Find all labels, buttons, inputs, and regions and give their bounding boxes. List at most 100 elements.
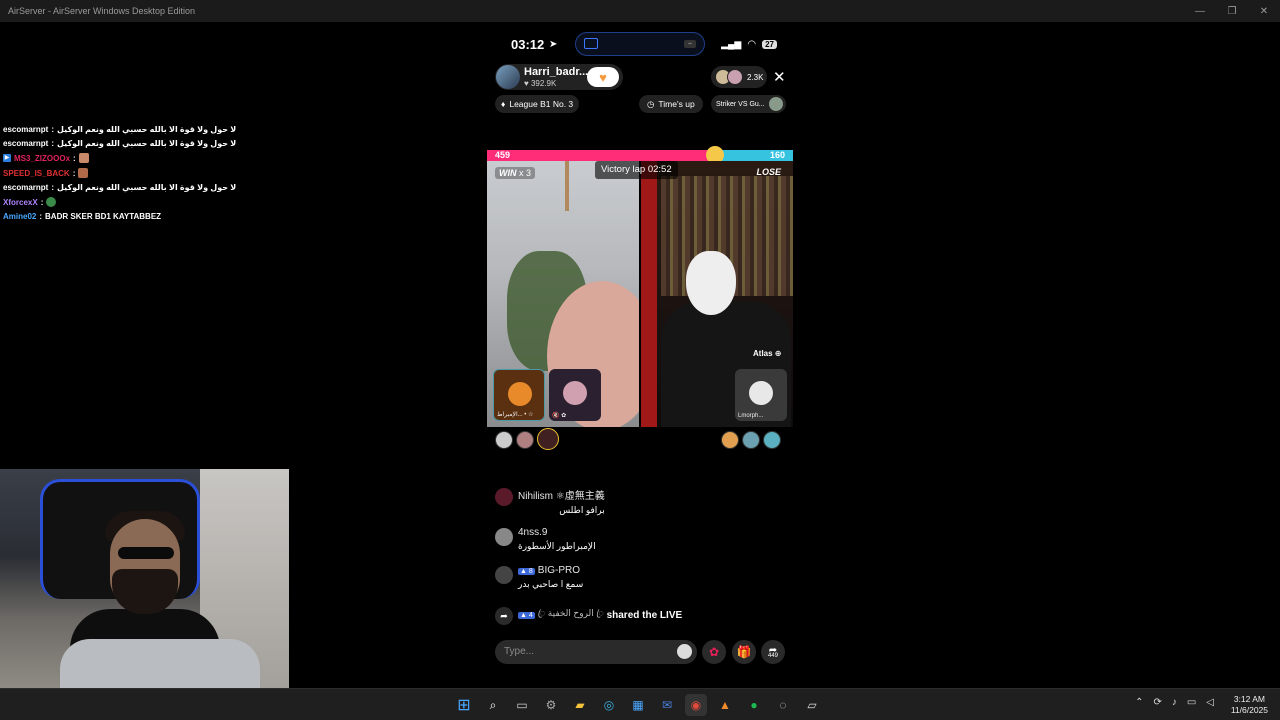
- opponent-camera: LOSE Lmorph...: [641, 161, 793, 427]
- comment: ▲ 8 BIG-PRO سمع ا صاحبي بدر: [495, 565, 583, 590]
- chat-username: XforcexX: [3, 197, 38, 207]
- host-likes: ♥ 392.9K: [524, 78, 557, 88]
- share-text: shared the LIVE: [606, 610, 683, 621]
- search-icon[interactable]: ⌕: [482, 694, 504, 716]
- gifter-avatar[interactable]: [516, 431, 534, 449]
- guest-tile[interactable]: Lmorph...: [735, 369, 787, 421]
- comment-name[interactable]: ▲ 8 BIG-PRO: [518, 565, 583, 576]
- windows-taskbar: ⊞ ⌕ ▭ ⚙ ▰ ◎ ▦ ✉ ◉ ▲ ● ◌ ▱ ⌃ ⟳ ♪ ▭ ◁ 3:12…: [0, 688, 1280, 720]
- chat-message: لا حول ولا قوة الا بالله حسبي الله ونعم …: [57, 139, 237, 149]
- share-user[interactable]: ꦿ الروح الخفية ꦿ: [538, 607, 604, 625]
- comment-name[interactable]: 4nss.9: [518, 527, 596, 538]
- location-icon: ➤: [549, 38, 558, 50]
- record-icon: ▪▪: [684, 40, 696, 48]
- striker-pill[interactable]: Striker VS Gu...: [711, 95, 786, 113]
- host-name: Harri_badr...: [524, 65, 589, 78]
- emoji-icon[interactable]: [677, 644, 692, 659]
- chat-line: ▶ MS3_ZIZOOOx:: [3, 151, 303, 166]
- league-pill[interactable]: ♦ League B1 No. 3: [495, 95, 580, 113]
- chat-line: escomarnpt: لا حول ولا قوة الا بالله حسب…: [3, 183, 237, 193]
- gifter-avatar[interactable]: [495, 431, 513, 449]
- comment: Nihilism ⚛虛無主義 برافو اطلس: [495, 487, 605, 516]
- battle-video: WIN x 3 الإمبراط... • ☆ 🔇 ✿ LOSE Lmorph.…: [487, 161, 793, 427]
- right-top-gifters[interactable]: [721, 431, 781, 449]
- host-avatar[interactable]: [496, 65, 520, 89]
- emote-icon: [46, 197, 57, 208]
- striker-avatar: [768, 97, 783, 111]
- rose-gift-button[interactable]: ✿: [702, 640, 726, 664]
- battle-score-bar: 459 160: [487, 146, 793, 164]
- spotify-icon[interactable]: ●: [743, 694, 765, 716]
- comment-name[interactable]: Nihilism ⚛虛無主義: [518, 487, 605, 502]
- comment-avatar[interactable]: [495, 488, 513, 506]
- muted-icon: 🔇 ✿: [552, 413, 567, 419]
- follow-heart-button[interactable]: ♥: [587, 67, 619, 87]
- task-view-icon[interactable]: ▭: [511, 694, 533, 716]
- left-top-gifters[interactable]: [495, 428, 559, 450]
- store-icon[interactable]: ▦: [627, 694, 649, 716]
- outlook-icon[interactable]: ✉: [656, 694, 678, 716]
- airserver-icon[interactable]: ▱: [801, 694, 823, 716]
- settings-icon[interactable]: ⚙: [540, 694, 562, 716]
- gifter-avatar[interactable]: [721, 431, 739, 449]
- share-button[interactable]: ➦ 449: [761, 640, 785, 664]
- sync-icon[interactable]: ⟳: [1153, 697, 1161, 708]
- display-icon[interactable]: ▭: [1187, 697, 1196, 708]
- chevron-up-icon[interactable]: ⌃: [1135, 697, 1143, 708]
- comment-input[interactable]: Type...: [495, 640, 697, 664]
- comment-text: برافو اطلس: [559, 505, 605, 515]
- host-camera: WIN x 3 الإمبراط... • ☆ 🔇 ✿: [487, 161, 639, 427]
- left-score: 459: [487, 150, 714, 161]
- chat-line: Amine02: BADR SKER BD1 KAYTABBEZ: [3, 212, 162, 222]
- guest-tile[interactable]: الإمبراط... • ☆: [493, 369, 545, 421]
- system-tray: ⌃ ⟳ ♪ ▭ ◁: [1135, 697, 1214, 708]
- guest-tile[interactable]: 🔇 ✿: [549, 369, 601, 421]
- restore-icon[interactable]: ❐: [1216, 0, 1248, 22]
- viewer-count: 2.3K: [747, 72, 764, 82]
- volume-icon[interactable]: ◁: [1206, 697, 1214, 708]
- dynamic-island: ▪▪: [575, 32, 705, 56]
- add-icon[interactable]: ⊕: [775, 349, 782, 358]
- app-icon[interactable]: ◌: [772, 694, 794, 716]
- victory-lap-timer: Victory lap 02:52: [595, 161, 678, 179]
- comment-text: الإمبراطور الأسطورة: [518, 541, 596, 551]
- guest-name[interactable]: Atlas ⊕: [753, 349, 782, 358]
- window-title: AirServer - AirServer Windows Desktop Ed…: [8, 6, 196, 16]
- close-icon[interactable]: ✕: [773, 68, 786, 86]
- microphone-icon[interactable]: ♪: [1172, 697, 1177, 708]
- chrome-icon[interactable]: ◉: [685, 694, 707, 716]
- close-window-icon[interactable]: ✕: [1248, 0, 1280, 22]
- gifter-avatar[interactable]: [763, 431, 781, 449]
- league-label: League B1 No. 3: [509, 99, 574, 109]
- comment-avatar[interactable]: [495, 528, 513, 546]
- level-badge: ▲ 4: [518, 612, 535, 619]
- mvp-avatar[interactable]: [537, 428, 559, 450]
- minimize-icon[interactable]: —: [1184, 0, 1216, 22]
- emote-icon: [78, 168, 89, 179]
- start-icon[interactable]: ⊞: [453, 694, 475, 716]
- comment-avatar[interactable]: [495, 566, 513, 584]
- gift-icon[interactable]: 🎁: [732, 640, 756, 664]
- times-up-label: Time's up: [658, 99, 695, 109]
- file-explorer-icon[interactable]: ▰: [569, 694, 591, 716]
- window-titlebar: AirServer - AirServer Windows Desktop Ed…: [0, 0, 1280, 22]
- clock-icon: ◷: [647, 98, 655, 109]
- badge-icon: ▶: [3, 154, 11, 163]
- comment: 4nss.9 الإمبراطور الأسطورة: [495, 527, 596, 552]
- viewer-list[interactable]: 2.3K: [711, 66, 768, 88]
- gifter-avatar[interactable]: [742, 431, 760, 449]
- taskbar-clock[interactable]: 3:12 AM 11/6/2025: [1231, 694, 1268, 716]
- diamond-icon: ♦: [501, 99, 506, 109]
- times-up-pill[interactable]: ◷ Time's up: [639, 95, 703, 113]
- share-count: 449: [767, 653, 778, 659]
- battery-indicator: 27: [762, 39, 777, 49]
- guest-tile-caption: الإمبراط... • ☆: [497, 412, 534, 418]
- edge-icon[interactable]: ◎: [598, 694, 620, 716]
- chat-line: XforcexX:: [3, 195, 303, 210]
- share-event: ➦ ▲ 4 ꦿ الروح الخفية ꦿ shared the LIVE: [495, 606, 682, 625]
- share-icon: ➦: [495, 607, 513, 625]
- right-score: 160: [713, 150, 793, 161]
- vlc-icon[interactable]: ▲: [714, 694, 736, 716]
- chat-message: لا حول ولا قوة الا بالله حسبي الله ونعم …: [57, 183, 237, 193]
- chat-message: BADR SKER BD1 KAYTABBEZ: [45, 212, 162, 222]
